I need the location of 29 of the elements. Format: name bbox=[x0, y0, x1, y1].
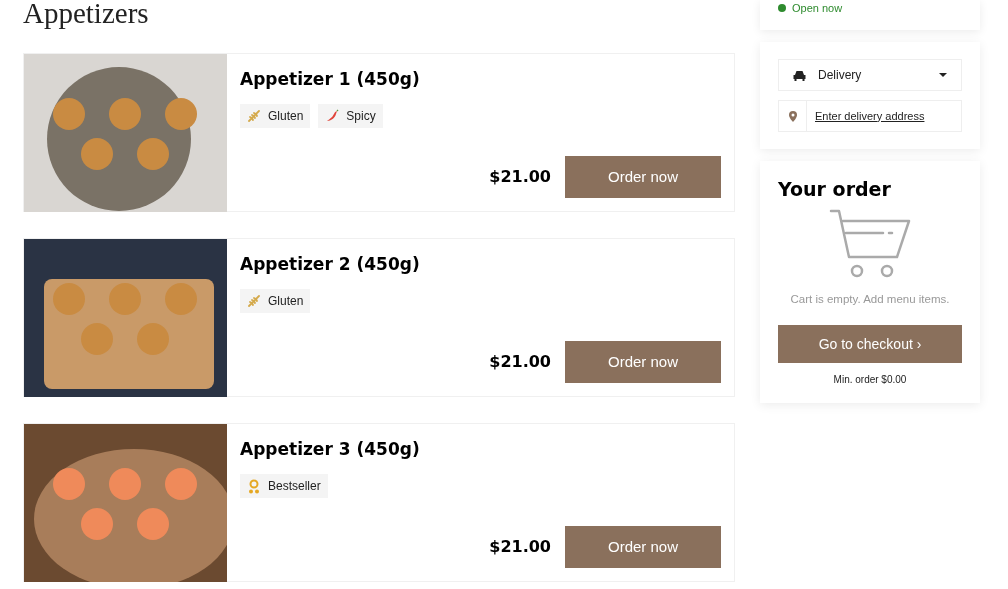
order-now-button[interactable]: Order now bbox=[565, 341, 721, 383]
item-name: Appetizer 3 (450g) bbox=[240, 438, 421, 461]
caret-icon bbox=[939, 73, 947, 77]
item-price: $21.00 bbox=[489, 166, 551, 188]
order-now-button[interactable]: Order now bbox=[565, 526, 721, 568]
delivery-dropdown[interactable]: Delivery bbox=[778, 59, 962, 91]
order-title: Your order bbox=[778, 177, 892, 201]
order-now-button[interactable]: Order now bbox=[565, 156, 721, 198]
section-title: Appetizers bbox=[23, 0, 150, 28]
tag-label: Bestseller bbox=[268, 478, 321, 495]
wheat-icon bbox=[247, 294, 261, 308]
tag-label: Spicy bbox=[346, 108, 376, 125]
empty-cart-message: Cart is empty. Add menu items. bbox=[789, 292, 951, 307]
min-order-text: Min. order $0.00 bbox=[832, 373, 908, 388]
tag-label: Gluten bbox=[268, 293, 304, 310]
item-name: Appetizer 1 (450g) bbox=[240, 68, 421, 91]
tag-label: Gluten bbox=[268, 108, 304, 125]
wheat-icon bbox=[247, 109, 261, 123]
shopping-cart-icon bbox=[829, 209, 911, 279]
item-price: $21.00 bbox=[489, 351, 551, 373]
checkout-button[interactable]: Go to checkout › bbox=[778, 325, 962, 364]
status-label: Open now bbox=[792, 1, 843, 16]
item-price: $21.00 bbox=[489, 536, 551, 558]
award-ribbon-icon bbox=[247, 478, 261, 494]
car-icon bbox=[793, 69, 806, 81]
location-pin-icon bbox=[788, 110, 797, 122]
chili-pepper-icon bbox=[325, 109, 340, 123]
item-name: Appetizer 2 (450g) bbox=[240, 253, 421, 276]
delivery-address-link[interactable]: Enter delivery address bbox=[815, 107, 925, 125]
